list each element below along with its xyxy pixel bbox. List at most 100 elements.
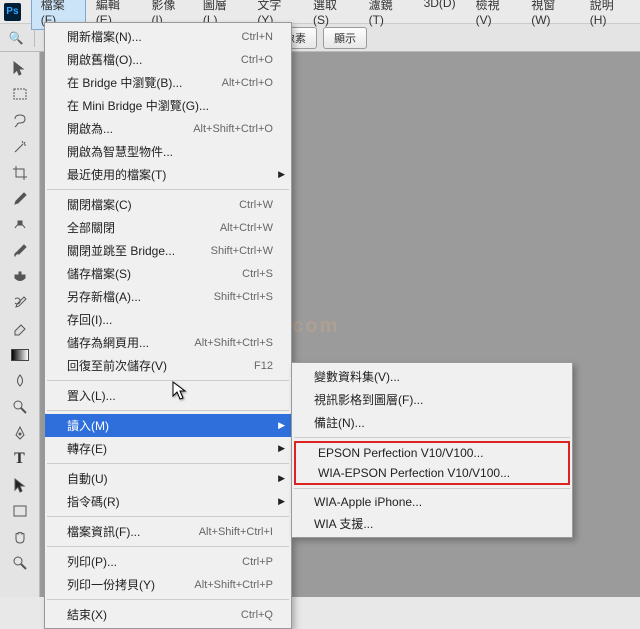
- menu-item[interactable]: 開啟為智慧型物件...: [45, 140, 291, 163]
- blur-tool-icon[interactable]: [7, 370, 33, 392]
- menu-item[interactable]: 指令碼(R)▶: [45, 490, 291, 513]
- menu-item-shortcut: Alt+Shift+Ctrl+P: [194, 579, 273, 591]
- menu-item-label: 在 Mini Bridge 中瀏覽(G)...: [67, 97, 209, 114]
- menu-item-label: 結束(X): [67, 606, 107, 623]
- menu-item-shortcut: Alt+Ctrl+O: [222, 77, 273, 89]
- menu-item[interactable]: 在 Mini Bridge 中瀏覽(G)...: [45, 94, 291, 117]
- menu-item-label: 列印一份拷貝(Y): [67, 576, 155, 593]
- menubar-item-7[interactable]: 3D(D): [414, 0, 466, 30]
- eraser-tool-icon[interactable]: [7, 318, 33, 340]
- menu-item-label: 置入(L)...: [67, 387, 116, 404]
- menu-item[interactable]: 最近使用的檔案(T) ▶: [45, 163, 291, 186]
- menu-item-label: 檔案資訊(F)...: [67, 523, 140, 540]
- rectangle-tool-icon[interactable]: [7, 500, 33, 522]
- menu-item-shortcut: Alt+Shift+Ctrl+O: [193, 123, 273, 135]
- brush-tool-icon[interactable]: [7, 240, 33, 262]
- menu-item[interactable]: 自動(U)▶: [45, 467, 291, 490]
- pen-tool-icon[interactable]: [7, 422, 33, 444]
- path-selection-tool-icon[interactable]: [7, 474, 33, 496]
- menu-item[interactable]: 置入(L)...: [45, 384, 291, 407]
- highlighted-scanner-group: EPSON Perfection V10/V100...WIA-EPSON Pe…: [294, 441, 570, 485]
- menu-item[interactable]: 列印一份拷貝(Y) Alt+Shift+Ctrl+P: [45, 573, 291, 596]
- menu-item-shortcut: Ctrl+W: [239, 199, 273, 211]
- submenu-item[interactable]: WIA-Apple iPhone...: [292, 492, 572, 512]
- menu-item-shortcut: Shift+Ctrl+W: [211, 245, 273, 257]
- submenu-item[interactable]: 備註(N)...: [292, 411, 572, 434]
- marquee-tool-icon[interactable]: [7, 84, 33, 106]
- tools-panel: T: [0, 52, 40, 597]
- menu-item-label: 回復至前次儲存(V): [67, 357, 167, 374]
- crop-tool-icon[interactable]: [7, 162, 33, 184]
- menu-item[interactable]: 開啟舊檔(O)...Ctrl+O: [45, 48, 291, 71]
- menu-item[interactable]: 開新檔案(N)...Ctrl+N: [45, 25, 291, 48]
- menu-separator: [47, 463, 289, 464]
- menu-item-label: 自動(U): [67, 470, 108, 487]
- menu-separator: [47, 410, 289, 411]
- submenu-item[interactable]: 視訊影格到圖層(F)...: [292, 388, 572, 411]
- menu-item-label: 儲存檔案(S): [67, 265, 131, 282]
- menu-item-label: 關閉並跳至 Bridge...: [67, 242, 175, 259]
- menu-separator: [294, 437, 570, 438]
- menu-item[interactable]: 列印(P)...Ctrl+P: [45, 550, 291, 573]
- menubar-item-8[interactable]: 檢視(V): [466, 0, 522, 30]
- menu-item-shortcut: F12: [254, 360, 273, 372]
- menu-separator: [47, 380, 289, 381]
- clone-stamp-tool-icon[interactable]: [7, 266, 33, 288]
- menu-item[interactable]: 關閉並跳至 Bridge... Shift+Ctrl+W: [45, 239, 291, 262]
- menu-item-label: 讀入(M): [67, 417, 109, 434]
- eyedropper-tool-icon[interactable]: [7, 188, 33, 210]
- menu-item[interactable]: 檔案資訊(F)...Alt+Shift+Ctrl+I: [45, 520, 291, 543]
- menu-separator: [47, 189, 289, 190]
- menu-separator: [47, 516, 289, 517]
- menubar-item-6[interactable]: 濾鏡(T): [359, 0, 414, 30]
- type-tool-icon[interactable]: T: [7, 448, 33, 470]
- submenu-item[interactable]: WIA-EPSON Perfection V10/V100...: [296, 463, 568, 483]
- menubar-item-9[interactable]: 視窗(W): [521, 0, 580, 30]
- menu-item[interactable]: 存回(I)...: [45, 308, 291, 331]
- menu-item[interactable]: 開啟為...Alt+Shift+Ctrl+O: [45, 117, 291, 140]
- move-tool-icon[interactable]: [7, 58, 33, 80]
- submenu-item[interactable]: EPSON Perfection V10/V100...: [296, 443, 568, 463]
- menu-separator: [47, 599, 289, 600]
- menu-item-shortcut: Shift+Ctrl+S: [214, 291, 273, 303]
- menu-item[interactable]: 全部關閉 Alt+Ctrl+W: [45, 216, 291, 239]
- menu-item[interactable]: 結束(X) Ctrl+Q: [45, 603, 291, 626]
- submenu-item[interactable]: 變數資料集(V)...: [292, 365, 572, 388]
- submenu-arrow-icon: ▶: [278, 443, 285, 454]
- menu-item[interactable]: 回復至前次儲存(V) F12: [45, 354, 291, 377]
- history-brush-tool-icon[interactable]: [7, 292, 33, 314]
- menu-item-shortcut: Ctrl+Q: [241, 609, 273, 621]
- menu-item-label: 關閉檔案(C): [67, 196, 132, 213]
- healing-brush-tool-icon[interactable]: [7, 214, 33, 236]
- menubar-item-10[interactable]: 說明(H): [580, 0, 636, 30]
- menu-item-shortcut: Alt+Ctrl+W: [220, 222, 273, 234]
- menu-item[interactable]: 讀入(M)▶: [45, 414, 291, 437]
- lasso-tool-icon[interactable]: [7, 110, 33, 132]
- menu-item-label: 最近使用的檔案(T): [67, 166, 166, 183]
- menu-item[interactable]: 轉存(E) ▶: [45, 437, 291, 460]
- menu-item-label: 轉存(E): [67, 440, 107, 457]
- separator: [34, 29, 35, 47]
- menu-item[interactable]: 儲存檔案(S)Ctrl+S: [45, 262, 291, 285]
- menu-item-label: 全部關閉: [67, 219, 115, 236]
- menu-item[interactable]: 關閉檔案(C) Ctrl+W: [45, 193, 291, 216]
- menu-item[interactable]: 在 Bridge 中瀏覽(B)...Alt+Ctrl+O: [45, 71, 291, 94]
- hand-tool-icon[interactable]: [7, 526, 33, 548]
- file-menu-dropdown: 開新檔案(N)...Ctrl+N開啟舊檔(O)...Ctrl+O在 Bridge…: [44, 22, 292, 629]
- menu-item-label: 開啟為智慧型物件...: [67, 143, 173, 160]
- menubar-item-5[interactable]: 選取(S): [303, 0, 359, 30]
- submenu-item[interactable]: WIA 支援...: [292, 512, 572, 535]
- dodge-tool-icon[interactable]: [7, 396, 33, 418]
- gradient-tool-icon[interactable]: [7, 344, 33, 366]
- submenu-arrow-icon: ▶: [278, 169, 285, 180]
- menubar: Ps 檔案(F)編輯(E)影像(I)圖層(L)文字(Y)選取(S)濾鏡(T)3D…: [0, 0, 640, 24]
- menu-item-label: 存回(I)...: [67, 311, 112, 328]
- zoom-tool-icon[interactable]: [7, 552, 33, 574]
- display-button[interactable]: 顯示: [323, 27, 367, 49]
- menu-item[interactable]: 儲存為網頁用...Alt+Shift+Ctrl+S: [45, 331, 291, 354]
- menu-item-label: 開新檔案(N)...: [67, 28, 142, 45]
- submenu-arrow-icon: ▶: [278, 496, 285, 507]
- magic-wand-tool-icon[interactable]: [7, 136, 33, 158]
- zoom-tool-icon: 🔍: [6, 28, 26, 48]
- menu-item[interactable]: 另存新檔(A)...Shift+Ctrl+S: [45, 285, 291, 308]
